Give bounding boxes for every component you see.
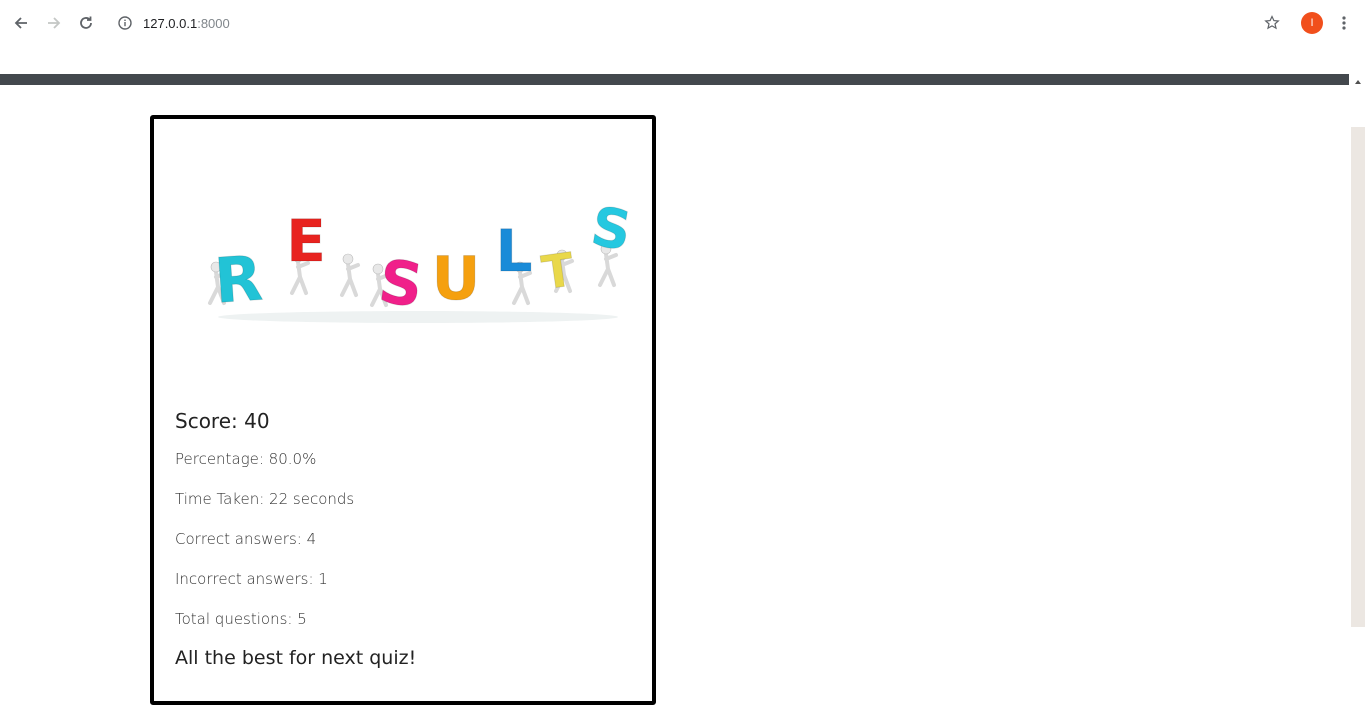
banner-letter: T — [538, 242, 577, 300]
banner-letter: R — [212, 241, 265, 317]
time-taken-text: Time Taken: 22 seconds — [175, 490, 355, 508]
url-host: 127.0.0.1 — [143, 15, 198, 31]
banner-letter: E — [286, 207, 326, 275]
correct-answers-text: Correct answers: 4 — [175, 530, 317, 548]
browser-toolbar: 127.0.0.1:8000 I — [0, 0, 1366, 46]
menu-button[interactable] — [1332, 11, 1356, 35]
banner-letter: U — [432, 244, 481, 314]
banner-letter: S — [587, 199, 628, 263]
address-bar[interactable]: 127.0.0.1:8000 — [117, 14, 230, 32]
banner-letter: S — [375, 247, 428, 322]
profile-avatar[interactable]: I — [1301, 12, 1323, 34]
bookmark-button[interactable] — [1260, 11, 1284, 35]
forward-arrow-icon — [48, 17, 61, 29]
back-button[interactable] — [9, 11, 33, 35]
more-vert-icon — [1342, 16, 1346, 30]
site-navbar — [0, 74, 1349, 85]
url-port: :8000 — [197, 15, 230, 31]
avatar-initial: I — [1310, 17, 1314, 29]
percentage-text: Percentage: 80.0% — [175, 450, 317, 468]
reload-button[interactable] — [74, 11, 98, 35]
score-heading: Score: 40 — [175, 409, 270, 433]
results-card: RESULTS Score: 40 Percentage: 80.0% Time… — [150, 115, 656, 705]
banner-figure — [340, 253, 360, 297]
incorrect-answers-text: Incorrect answers: 1 — [175, 570, 328, 588]
scroll-up-icon[interactable] — [1352, 76, 1364, 88]
info-icon — [118, 16, 132, 30]
banner-letter: L — [496, 217, 533, 285]
forward-button[interactable] — [42, 11, 66, 35]
reload-icon — [80, 16, 92, 29]
back-arrow-icon — [14, 17, 27, 29]
scrollbar-thumb[interactable] — [1351, 127, 1365, 627]
results-banner-image: RES U L TS — [208, 199, 628, 323]
total-questions-text: Total questions: 5 — [175, 610, 307, 628]
farewell-message: All the best for next quiz! — [175, 647, 417, 669]
star-icon — [1264, 15, 1280, 30]
